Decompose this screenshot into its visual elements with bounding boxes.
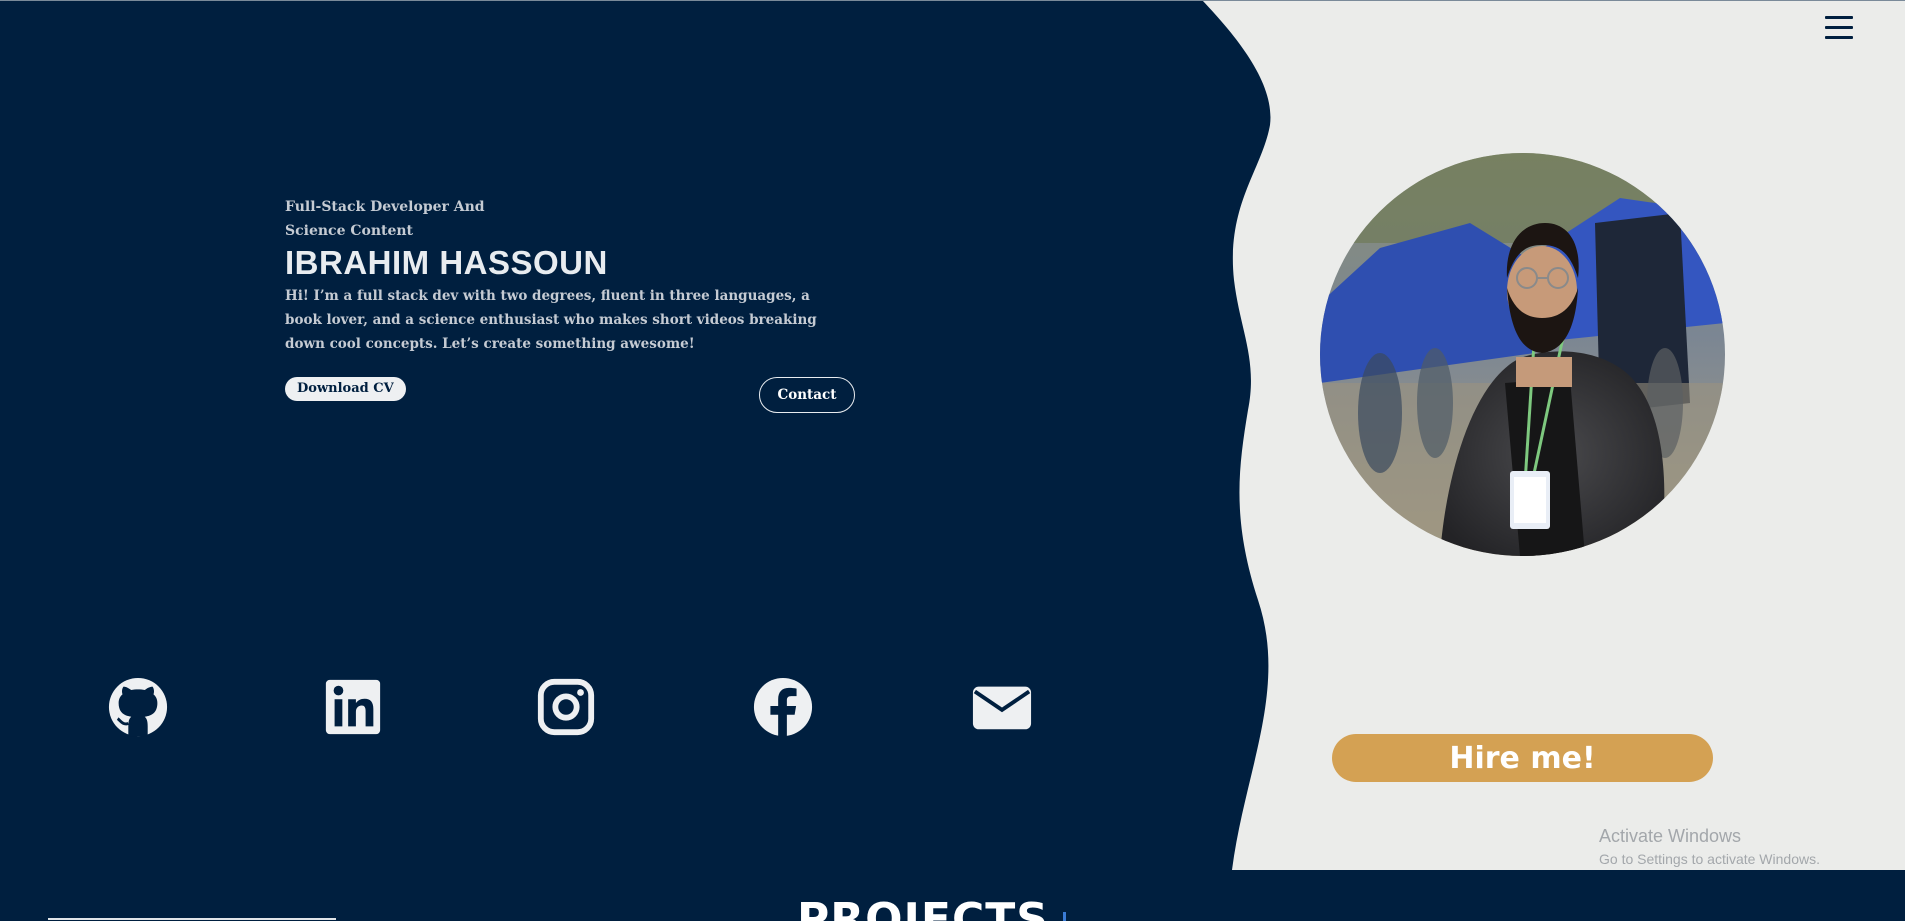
- github-icon: [108, 677, 168, 737]
- projects-heading: PROJECTS: [797, 894, 1049, 921]
- tagline: Full-Stack Developer And Science Content: [285, 199, 485, 239]
- github-link[interactable]: [107, 676, 169, 738]
- linkedin-icon: [325, 679, 381, 735]
- top-border: [0, 0, 1905, 1]
- section-divider: [48, 918, 336, 920]
- hamburger-menu-icon: [1825, 26, 1853, 29]
- menu-button[interactable]: [1825, 16, 1855, 44]
- contact-button[interactable]: Contact: [759, 377, 855, 413]
- email-link[interactable]: [971, 676, 1033, 738]
- hamburger-menu-icon: [1825, 36, 1853, 39]
- activate-windows-title: Activate Windows: [1599, 826, 1742, 846]
- hire-me-button[interactable]: Hire me!: [1332, 734, 1713, 782]
- hero-section: Full-Stack Developer And Science Content…: [0, 0, 1905, 870]
- download-cv-button[interactable]: Download CV: [285, 377, 406, 401]
- profile-photo: [1320, 153, 1725, 556]
- email-icon: [972, 686, 1032, 730]
- projects-section: PROJECTS: [0, 870, 1905, 921]
- intro-block: Full-Stack Developer And Science Content…: [285, 195, 865, 356]
- activate-windows-subtitle: Go to Settings to activate Windows.: [1599, 851, 1820, 867]
- hamburger-menu-icon: [1825, 16, 1853, 19]
- facebook-icon: [753, 677, 813, 738]
- instagram-icon: [537, 678, 595, 736]
- facebook-link[interactable]: [752, 676, 814, 738]
- bio-text: Hi! I’m a full stack dev with two degree…: [285, 288, 817, 352]
- text-cursor: [1063, 912, 1066, 921]
- linkedin-link[interactable]: [322, 676, 384, 738]
- page-title: IBRAHIM HASSOUN: [285, 244, 608, 281]
- instagram-link[interactable]: [535, 676, 597, 738]
